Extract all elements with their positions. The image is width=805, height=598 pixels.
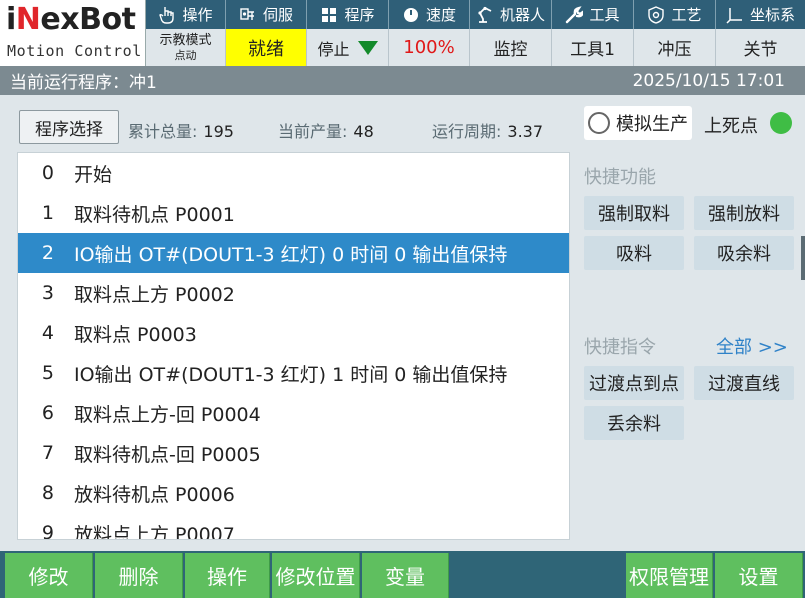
line-instruction: 取料点上方 P0002 [74,283,235,306]
suck-material-button[interactable]: 吸料 [584,236,684,270]
program-line-row[interactable]: 1 取料待机点 P0001 [18,193,569,233]
shield-icon [647,5,665,24]
program-line-row[interactable]: 6 取料点上方-回 P0004 [18,393,569,433]
line-instruction: 取料待机点-回 P0005 [74,443,261,466]
line-instruction: 取料点上方-回 P0004 [74,403,261,426]
nav-operate[interactable]: 操作 [146,0,226,29]
top-bar: iNexBot Motion Control 操作 伺服 程序 速度 机器人 工… [0,0,805,66]
line-number: 9 [41,522,54,540]
current-output: 当前产量: 48 [278,122,374,141]
top-dead-center-label: 上死点 [704,116,758,137]
modify-position-button[interactable]: 修改位置 [272,553,360,598]
line-number: 4 [41,322,54,344]
line-instruction: IO输出 OT#(DOUT1-3 红灯) 0 时间 0 输出值保持 [74,243,508,266]
nav-program[interactable]: 程序 [307,0,389,29]
status-row: 示教模式 点动 就绪 停止 100% 监控 工具1 冲压 关节 [146,29,805,66]
permission-management-button[interactable]: 权限管理 [626,553,713,598]
monitor-button[interactable]: 监控 [470,29,552,66]
operate-button[interactable]: 操作 [185,553,270,598]
program-line-row[interactable]: 0 开始 [18,153,569,193]
triangle-down-icon [357,40,378,55]
program-line-row[interactable]: 7 取料待机点-回 P0005 [18,433,569,473]
modify-button[interactable]: 修改 [5,553,93,598]
cycle-time: 运行周期: 3.37 [432,122,544,141]
line-instruction: 放料待机点 P0006 [74,483,235,506]
simulate-production-toggle[interactable]: 模拟生产 [584,106,692,140]
nav-servo[interactable]: 伺服 [226,0,307,29]
line-instruction: 放料点上方 P0007 [74,523,235,540]
drop-remaining-button[interactable]: 丢余料 [584,406,684,440]
quick-command-title: 快捷指令 [584,337,656,358]
hand-pointer-icon [158,6,176,24]
suck-remaining-button[interactable]: 吸余料 [694,236,794,270]
transition-line-button[interactable]: 过渡直线 [694,366,794,400]
total-count: 累计总量: 195 [128,122,234,141]
tdc-indicator-icon [770,112,792,134]
current-program-label: 当前运行程序：冲1 [10,73,157,93]
tool-select-button[interactable]: 工具1 [552,29,634,66]
line-instruction: IO输出 OT#(DOUT1-3 红灯) 1 时间 0 输出值保持 [74,363,508,386]
transition-point-button[interactable]: 过渡点到点 [584,366,684,400]
force-place-button[interactable]: 强制放料 [694,196,794,230]
quick-panel: 模拟生产 上死点 快捷功能 强制取料 强制放料 吸料 吸余料 快捷指令 全部 >… [580,100,805,546]
line-number: 6 [41,402,54,424]
force-pick-button[interactable]: 强制取料 [584,196,684,230]
program-line-list[interactable]: 0 开始 1 取料待机点 P0001 2 IO输出 OT#(DOUT1-3 红灯) 0 时… [17,152,570,540]
line-number: 3 [41,282,54,304]
line-instruction: 取料点 P0003 [74,323,197,346]
line-number: 0 [41,162,54,184]
line-instruction: 取料待机点 P0001 [74,203,235,226]
program-line-row[interactable]: 4 取料点 P0003 [18,313,569,353]
brand-logo: iNexBot Motion Control [0,0,146,66]
program-line-row[interactable]: 5 IO输出 OT#(DOUT1-3 红灯) 1 时间 0 输出值保持 [18,353,569,393]
program-toolbar: 程序选择 累计总量: 195 当前产量: 48 运行周期: 3.37 [10,110,578,146]
robot-arm-icon [476,6,494,24]
program-info-bar: 当前运行程序：冲1 2025/10/15 17:01 [0,66,805,95]
ready-status: 就绪 [226,29,307,66]
delete-button[interactable]: 删除 [95,553,183,598]
speed-value[interactable]: 100% [389,29,470,66]
select-program-button[interactable]: 程序选择 [19,110,119,144]
settings-button[interactable]: 设置 [715,553,803,598]
datetime-display: 2025/10/15 17:01 [632,70,785,91]
nav-tool[interactable]: 工具 [552,0,634,29]
grid-icon [320,6,338,24]
all-commands-link[interactable]: 全部 >> [716,333,788,359]
edge-scroll-handle[interactable] [801,236,805,280]
logo-wordmark: iNexBot [6,2,136,37]
axis-icon [726,6,744,24]
nav-speed[interactable]: 速度 [389,0,470,29]
nav-menu: 操作 伺服 程序 速度 机器人 工具 工艺 坐标系 [146,0,805,29]
line-number: 2 [41,242,54,264]
coordinate-joint-button[interactable]: 关节 [716,29,805,66]
line-instruction: 开始 [74,163,113,186]
program-line-row[interactable]: 3 取料点上方 P0002 [18,273,569,313]
speed-gauge-icon [402,6,420,24]
process-press-button[interactable]: 冲压 [634,29,716,66]
program-line-row[interactable]: 2 IO输出 OT#(DOUT1-3 红灯) 0 时间 0 输出值保持 [18,233,569,273]
quick-function-title: 快捷功能 [584,167,656,188]
line-number: 5 [41,362,54,384]
line-number: 1 [41,202,54,224]
line-number: 8 [41,482,54,504]
servo-icon [239,6,257,24]
line-number: 7 [41,442,54,464]
nav-robot[interactable]: 机器人 [470,0,552,29]
logo-subtitle: Motion Control [7,42,142,60]
nav-process[interactable]: 工艺 [634,0,716,29]
wrench-icon [565,5,584,24]
program-line-row[interactable]: 8 放料待机点 P0006 [18,473,569,513]
variable-button[interactable]: 变量 [362,553,449,598]
radio-icon [588,112,610,134]
nav-coordinate[interactable]: 坐标系 [716,0,805,29]
program-panel: 程序选择 累计总量: 195 当前产量: 48 运行周期: 3.37 0 开始 1 取料待机… [10,100,578,546]
bottom-action-bar: 修改 删除 操作 修改位置 变量 权限管理 设置 [0,551,805,598]
program-line-row[interactable]: 9 放料点上方 P0007 [18,513,569,540]
run-state-button[interactable]: 停止 [307,29,389,66]
teach-mode-button[interactable]: 示教模式 点动 [146,29,226,66]
